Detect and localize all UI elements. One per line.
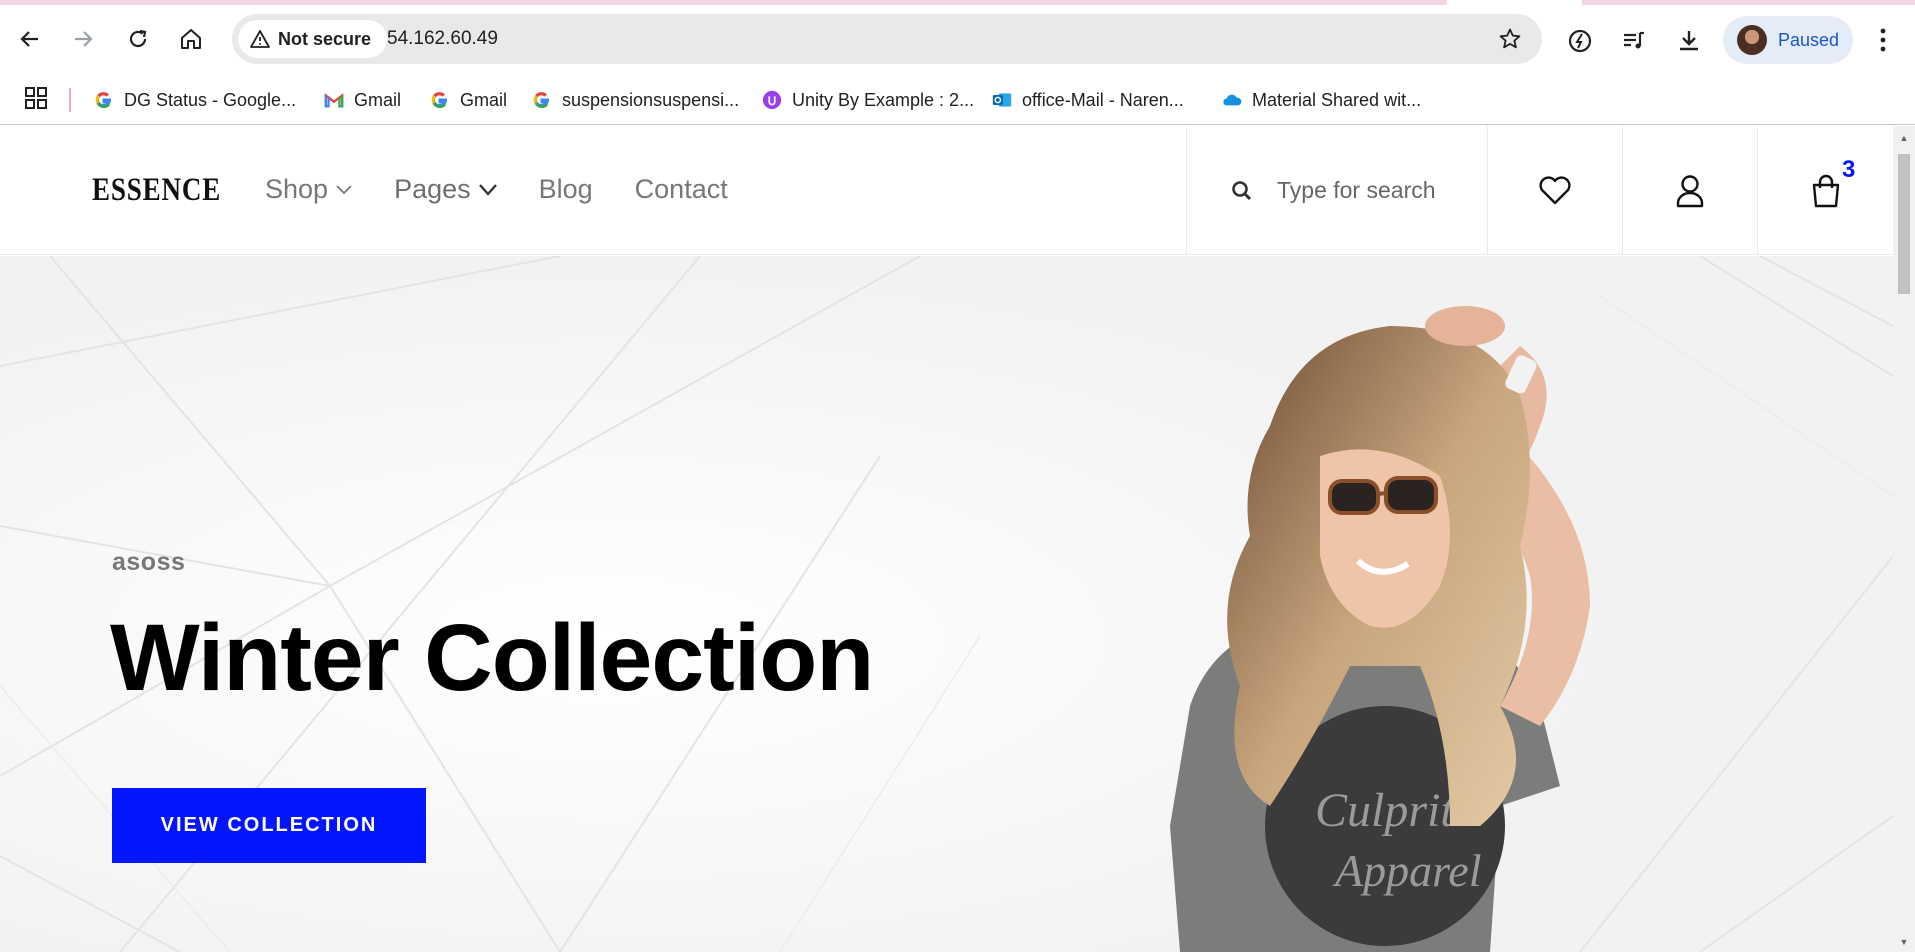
profile-button[interactable]: Paused: [1723, 16, 1853, 64]
scroll-up-arrow[interactable]: ▲: [1898, 132, 1910, 144]
bookmark-item[interactable]: Unity By Example : 2...: [762, 75, 974, 125]
chevron-down-icon: [478, 183, 497, 196]
google-g-icon: [430, 90, 450, 110]
heart-icon: [1539, 175, 1571, 204]
bookmark-label: DG Status - Google...: [124, 89, 297, 110]
reload-icon: [129, 29, 147, 48]
avatar: [1737, 25, 1767, 55]
bookmark-label: Gmail: [460, 89, 508, 110]
download-icon: [1680, 31, 1698, 51]
account-button[interactable]: [1623, 126, 1758, 255]
google-g-icon: [94, 90, 114, 110]
hero-brand: asoss: [112, 548, 186, 576]
svg-text:Culprit: Culprit: [1315, 784, 1455, 837]
browser-menu-button[interactable]: [1870, 25, 1896, 60]
nav-shop[interactable]: Shop: [265, 174, 352, 205]
reload-button[interactable]: [120, 21, 156, 57]
bookmarks-bar: DG Status - Google... Gmail Gmail suspen…: [0, 75, 1915, 125]
site-header: ESSENCE Shop Pages Blog Contact Type for…: [0, 126, 1893, 255]
apps-button[interactable]: [24, 86, 48, 115]
bookmark-item[interactable]: Gmail: [430, 75, 507, 125]
security-chip[interactable]: Not secure: [238, 20, 388, 58]
web-page: ESSENCE Shop Pages Blog Contact Type for…: [0, 126, 1893, 952]
search-icon: [1232, 180, 1252, 200]
arrow-left-icon: [20, 31, 38, 47]
search-input[interactable]: [1277, 177, 1477, 204]
playlist-icon: [1624, 31, 1644, 49]
nav-blog[interactable]: Blog: [539, 174, 593, 205]
downloads-button[interactable]: [1673, 25, 1705, 57]
address-bar[interactable]: Not secure 54.162.60.49: [232, 14, 1542, 64]
google-g-icon: [532, 90, 552, 110]
gmail-icon: [324, 90, 344, 110]
shopping-bag-icon: [1812, 174, 1840, 207]
media-controls-button[interactable]: [1618, 25, 1650, 57]
star-icon: [1499, 28, 1521, 49]
nav-label: Pages: [394, 174, 471, 204]
bookmark-label: Material Shared wit...: [1252, 89, 1422, 110]
bookmark-item[interactable]: Gmail: [324, 75, 401, 125]
bookmark-item[interactable]: office-Mail - Naren...: [992, 75, 1184, 125]
nav-label: Contact: [634, 174, 728, 204]
nav-pages[interactable]: Pages: [394, 174, 497, 205]
scroll-down-arrow[interactable]: ▼: [1898, 936, 1910, 948]
warning-icon: [250, 30, 270, 48]
nav-label: Shop: [265, 174, 329, 204]
bookmark-item[interactable]: suspensionsuspensi...: [532, 75, 739, 125]
svg-text:Apparel: Apparel: [1332, 845, 1482, 896]
more-vert-icon: [1880, 28, 1886, 52]
bookmark-star-button[interactable]: [1498, 27, 1522, 56]
wishlist-button[interactable]: [1488, 126, 1623, 255]
cart-count-badge: 3: [1842, 156, 1856, 183]
url-text[interactable]: 54.162.60.49: [387, 28, 498, 50]
forward-button[interactable]: [65, 21, 101, 57]
model-photo: Culprit Apparel: [1170, 306, 1590, 952]
apps-grid-icon: [25, 87, 47, 109]
nav-label: Blog: [538, 174, 593, 204]
browser-toolbar: Not secure 54.162.60.49 Paused: [0, 5, 1915, 75]
cart-button[interactable]: 3: [1758, 126, 1893, 255]
unity-icon: [762, 90, 782, 110]
header-actions: 3: [1186, 126, 1893, 255]
back-button[interactable]: [12, 21, 48, 57]
scroll-thumb[interactable]: [1898, 154, 1910, 294]
bookmark-label: office-Mail - Naren...: [1022, 89, 1184, 110]
onedrive-icon: [1222, 90, 1242, 110]
arrow-right-icon: [75, 31, 93, 47]
site-logo[interactable]: ESSENCE: [92, 172, 221, 209]
bookmark-item[interactable]: DG Status - Google...: [94, 75, 296, 125]
bookmark-label: Gmail: [354, 89, 402, 110]
main-nav: Shop Pages Blog Contact: [265, 174, 770, 205]
profile-status: Paused: [1778, 29, 1840, 50]
chevron-down-icon: [336, 184, 352, 194]
bookmark-separator: [69, 88, 71, 112]
bookmark-label: suspensionsuspensi...: [562, 89, 740, 110]
home-icon: [181, 29, 201, 49]
user-icon: [1676, 174, 1704, 207]
nav-contact[interactable]: Contact: [635, 174, 728, 205]
hero-title: Winter Collection: [110, 605, 874, 711]
security-label: Not secure: [278, 28, 372, 49]
view-collection-button[interactable]: VIEW COLLECTION: [112, 788, 426, 863]
bookmark-item[interactable]: Material Shared wit...: [1222, 75, 1421, 125]
performance-button[interactable]: [1564, 25, 1596, 57]
hero-banner: Culprit Apparel asoss Winter Collection …: [0, 256, 1893, 952]
outlook-icon: [992, 90, 1012, 110]
speedometer-icon: [1568, 29, 1592, 53]
search-box: [1187, 126, 1488, 255]
page-scrollbar[interactable]: ▲ ▼: [1893, 126, 1915, 952]
home-button[interactable]: [173, 21, 209, 57]
bookmark-label: Unity By Example : 2...: [792, 89, 975, 110]
